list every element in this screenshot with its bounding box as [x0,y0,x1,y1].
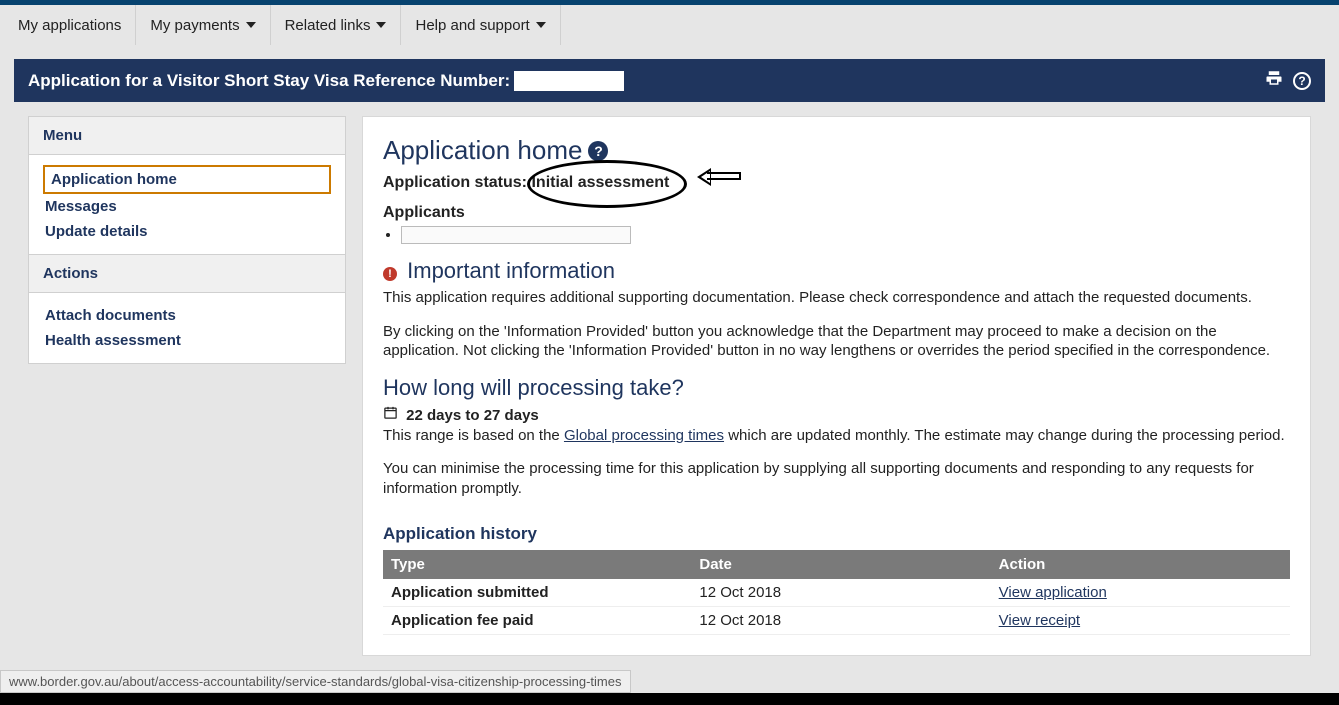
sidebar: Menu Application home Messages Update de… [14,102,354,670]
page-header-bar: Application for a Visitor Short Stay Vis… [14,59,1325,102]
history-col-action: Action [991,550,1290,579]
application-status: Application status: Initial assessment [383,174,1290,192]
view-application-link[interactable]: View application [999,584,1107,601]
processing-p2: You can minimise the processing time for… [383,459,1290,498]
content-panel: Application home ? Application status: I… [362,116,1311,656]
chevron-down-icon [376,22,386,28]
history-type: Application fee paid [383,607,691,635]
page-title: Application home ? [383,135,1290,166]
nav-item-label: My payments [150,17,239,34]
sidebar-item-label: Health assessment [45,332,181,349]
important-info-heading-text: Important information [407,258,615,283]
page-title-text: Application home [383,135,582,166]
bottom-strip [0,693,1339,705]
important-info-heading: ! Important information [383,258,1290,284]
sidebar-item-messages[interactable]: Messages [43,194,331,219]
sidebar-item-health-assessment[interactable]: Health assessment [43,328,331,353]
chevron-down-icon [536,22,546,28]
calendar-icon [383,407,402,424]
processing-text: This range is based on the Global proces… [383,426,1290,446]
sidebar-item-label: Update details [45,223,148,240]
processing-range-line: 22 days to 27 days [383,405,1290,424]
help-icon[interactable]: ? [588,141,608,161]
nav-my-applications[interactable]: My applications [4,5,136,45]
nav-my-payments[interactable]: My payments [136,5,270,45]
sidebar-item-label: Attach documents [45,307,176,324]
nav-related-links[interactable]: Related links [271,5,402,45]
view-receipt-link[interactable]: View receipt [999,612,1080,629]
global-processing-times-link[interactable]: Global processing times [564,427,724,444]
processing-heading: How long will processing take? [383,375,1290,401]
nav-help-support[interactable]: Help and support [401,5,560,45]
reference-number-value [514,71,624,91]
applicant-item [401,226,1290,244]
table-row: Application fee paid 12 Oct 2018 View re… [383,607,1290,635]
page-wrap: Application for a Visitor Short Stay Vis… [0,45,1339,670]
alert-icon: ! [383,267,397,281]
status-value: Initial assessment [531,174,669,191]
nav-item-label: Help and support [415,17,529,34]
applicants-label: Applicants [383,204,1290,222]
sidebar-item-update-details[interactable]: Update details [43,219,331,244]
help-icon[interactable]: ? [1293,72,1311,90]
chevron-down-icon [246,22,256,28]
applicants-list [401,226,1290,244]
processing-text-post: which are updated monthly. The estimate … [728,427,1284,444]
menu-panel: Menu Application home Messages Update de… [28,116,346,364]
sidebar-item-label: Messages [45,198,117,215]
nav-item-label: My applications [18,17,121,34]
sidebar-item-label: Application home [51,171,177,188]
history-type: Application submitted [383,579,691,607]
history-col-type: Type [383,550,691,579]
main-nav: My applications My payments Related link… [0,5,1339,45]
applicant-name-value [401,226,631,244]
status-label: Application status: [383,174,527,191]
important-info-p2: By clicking on the 'Information Provided… [383,322,1290,361]
history-col-date: Date [691,550,990,579]
processing-range: 22 days to 27 days [406,407,539,424]
sidebar-item-application-home[interactable]: Application home [43,165,331,194]
history-date: 12 Oct 2018 [691,607,990,635]
table-row: Application submitted 12 Oct 2018 View a… [383,579,1290,607]
processing-text-pre: This range is based on the [383,427,564,444]
page-header-title: Application for a Visitor Short Stay Vis… [28,71,510,91]
sidebar-item-attach-documents[interactable]: Attach documents [43,303,331,328]
important-info-p1: This application requires additional sup… [383,288,1290,308]
content-col: Application home ? Application status: I… [354,102,1325,670]
menu-heading: Menu [29,117,345,155]
actions-heading: Actions [29,254,345,293]
browser-status-bar: www.border.gov.au/about/access-accountab… [0,670,631,693]
history-heading: Application history [383,524,1290,544]
history-table: Type Date Action Application submitted 1… [383,550,1290,635]
print-icon[interactable] [1265,69,1283,92]
nav-item-label: Related links [285,17,371,34]
history-date: 12 Oct 2018 [691,579,990,607]
